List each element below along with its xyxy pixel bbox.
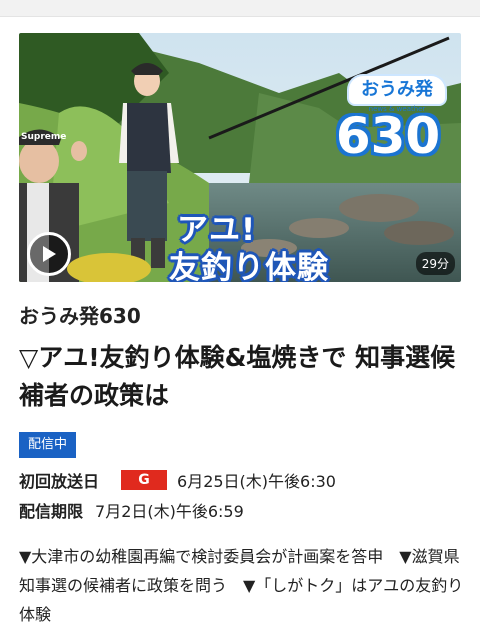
broadcast-label: 初回放送日 xyxy=(19,472,100,491)
video-thumbnail[interactable]: Supreme おうみ発 news & weather 630 アユ! 友釣り体… xyxy=(19,33,461,282)
caption-line-1: アユ! xyxy=(177,212,257,248)
duration-badge: 29分 xyxy=(415,252,455,275)
broadcast-datetime: 6月25日(木)午後6:30 xyxy=(177,472,336,491)
program-logo-number: 630 xyxy=(335,107,441,165)
program-name[interactable]: おうみ発630 xyxy=(19,300,141,329)
broadcast-row: 初回放送日 G 6月25日(木)午後6:30 xyxy=(19,468,336,492)
availability-datetime: 7月2日(木)午後6:59 xyxy=(95,502,244,521)
availability-label: 配信期限 xyxy=(19,502,84,521)
play-button[interactable] xyxy=(27,232,71,276)
cap-logo-text: Supreme xyxy=(21,132,67,142)
episode-description: ▼大津市の幼稚園再編で検討委員会が計画案を答申 ▼滋賀県知事選の候補者に政策を問… xyxy=(19,547,464,624)
program-logo: おうみ発 xyxy=(349,76,445,104)
browser-top-bar xyxy=(0,0,480,17)
channel-mark: G xyxy=(121,470,168,490)
episode-title: ▽アユ!友釣り体験&塩焼きで 知事選候補者の政策は xyxy=(19,343,456,410)
caption-line-2: 友釣り体験 xyxy=(169,250,329,282)
availability-row: 配信期限 7月2日(木)午後6:59 xyxy=(19,498,244,522)
thumbnail-caption: アユ! 友釣り体験 xyxy=(169,211,379,282)
play-icon xyxy=(43,246,56,262)
status-badge: 配信中 xyxy=(19,432,77,458)
